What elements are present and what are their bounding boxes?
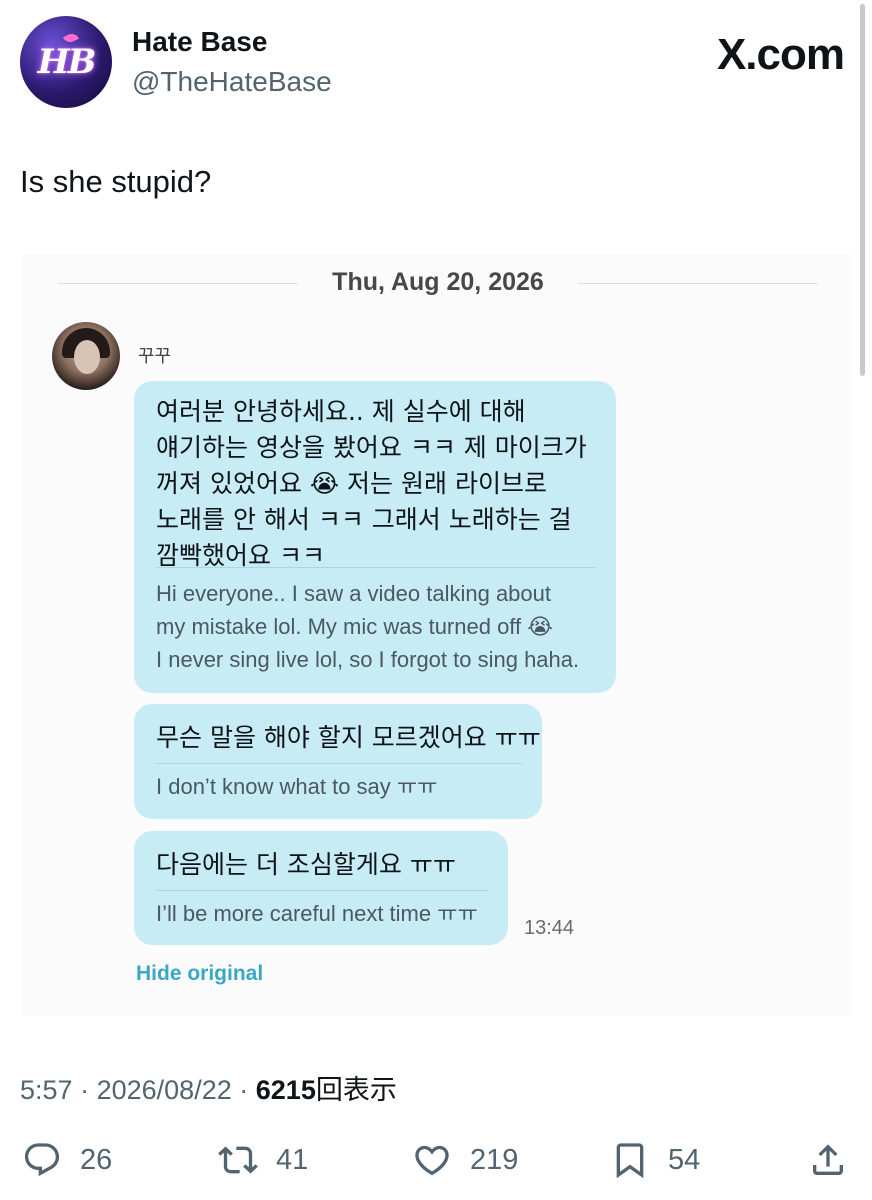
- tweet-time[interactable]: 5:57: [20, 1075, 73, 1105]
- reply-button[interactable]: 26: [20, 1132, 112, 1188]
- tweet-meta: 5:57 · 2026/08/22 · 6215回表示: [20, 1068, 397, 1107]
- tweet-header: HB Hate Base @TheHateBase X.com: [20, 16, 852, 112]
- author-avatar[interactable]: HB: [20, 16, 112, 108]
- message-time: 13:44: [524, 917, 575, 939]
- repost-icon: [216, 1138, 260, 1182]
- heart-icon: [410, 1138, 454, 1182]
- sender-name: 꾸꾸: [138, 346, 172, 366]
- message-original-text: 여러분 안녕하세요.. 제 실수에 대해 얘기하는 영상을 봤어요 ㅋㅋ 제 마…: [156, 397, 587, 570]
- author-handle[interactable]: @TheHateBase: [132, 66, 332, 98]
- message-translation: Hi everyone.. I saw a video talking abou…: [156, 581, 580, 672]
- like-button[interactable]: 219: [410, 1132, 518, 1188]
- share-button[interactable]: [806, 1132, 850, 1188]
- meta-separator: ·: [239, 1075, 249, 1105]
- repost-button[interactable]: 41: [216, 1132, 308, 1188]
- bookmark-icon: [608, 1138, 652, 1182]
- scrollbar[interactable]: [860, 0, 869, 380]
- hide-original-link[interactable]: Hide original: [136, 962, 263, 986]
- bookmark-button[interactable]: 54: [608, 1132, 700, 1188]
- sender-avatar: [52, 322, 120, 390]
- bookmark-count: 54: [668, 1143, 701, 1176]
- message-original-text: 무슨 말을 해야 할지 모르겠어요 ㅠㅠ: [156, 723, 541, 752]
- embedded-screenshot[interactable]: Thu, Aug 20, 2026 꾸꾸 여러분 안녕하세요.. 제 실수에 대…: [22, 254, 852, 1016]
- message-translation: I don’t know what to say ㅠㅠ: [156, 774, 438, 799]
- tweet-text: Is she stupid?: [20, 164, 212, 199]
- share-icon: [806, 1138, 850, 1182]
- message-original-text: 다음에는 더 조심할게요 ㅠㅠ: [156, 850, 456, 879]
- x-logo: X.com: [716, 30, 845, 79]
- message-translation: I’ll be more careful next time ㅠㅠ: [156, 901, 478, 926]
- meta-separator: ·: [80, 1075, 90, 1105]
- like-count: 219: [470, 1143, 519, 1176]
- view-count-label: 回表示: [315, 1075, 397, 1105]
- message-bubble: 여러분 안녕하세요.. 제 실수에 대해 얘기하는 영상을 봤어요 ㅋㅋ 제 마…: [134, 381, 616, 693]
- reply-icon: [20, 1138, 64, 1182]
- repost-count: 41: [276, 1143, 309, 1176]
- message-bubble: 다음에는 더 조심할게요 ㅠㅠ I’ll be more careful nex…: [134, 831, 508, 945]
- message-bubble: 무슨 말을 해야 할지 모르겠어요 ㅠㅠ I don’t know what t…: [134, 704, 542, 819]
- author-display-name[interactable]: Hate Base: [132, 26, 267, 58]
- translation-divider: [156, 763, 522, 764]
- translation-divider: [156, 890, 488, 891]
- reply-count: 26: [80, 1143, 113, 1176]
- scrollbar-thumb[interactable]: [860, 4, 865, 376]
- tweet-date[interactable]: 2026/08/22: [97, 1075, 232, 1105]
- avatar-logo-text: HB: [37, 42, 97, 82]
- view-count: 6215: [255, 1075, 316, 1105]
- chat-date-divider: Thu, Aug 20, 2026: [58, 268, 818, 298]
- translation-divider: [156, 567, 596, 568]
- chat-date: Thu, Aug 20, 2026: [332, 268, 544, 296]
- tweet-action-bar: 26 41 219 54: [20, 1132, 852, 1188]
